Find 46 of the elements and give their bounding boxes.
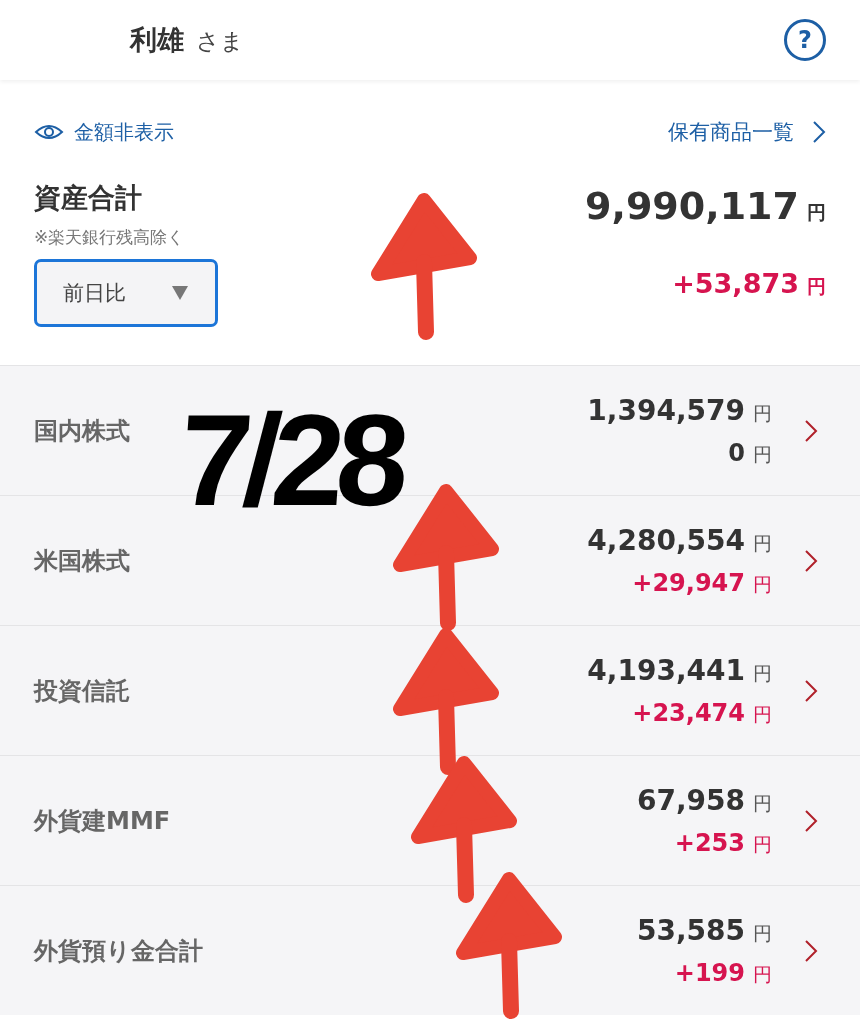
amount-text: 4,193,441 [587,653,745,687]
amount-text: 4,280,554 [587,523,745,557]
total-amount: 9,990,117 [585,184,799,228]
handwritten-date: 7/28 [175,395,406,525]
yen-unit: 円 [753,831,772,857]
note-text: ※楽天銀行残高除く [34,226,186,249]
yen-unit: 円 [753,920,772,946]
yen-unit: 円 [753,701,772,727]
chevron-right-icon [804,678,818,703]
period-dropdown[interactable]: 前日比 [34,259,218,327]
dropdown-caret-icon [171,285,189,301]
help-button[interactable]: ? [784,19,826,61]
honorific: さま [196,27,244,56]
change-amount: 0 [728,438,745,467]
asset-label: 外貨預り金合計 [34,935,204,967]
yen-unit: 円 [753,961,772,987]
amount-text: 67,958 [636,783,745,817]
eye-icon [34,122,64,142]
change-amount: +53,873 [672,268,799,299]
chevron-right-icon [804,548,818,573]
change-amount: +23,474 [632,698,745,727]
amount-text: 53,585 [636,913,745,947]
yen-unit: 円 [753,441,772,467]
yen-unit: 円 [753,790,772,816]
holdings-link[interactable]: 保有商品一覧 [668,118,826,146]
asset-label: 投資信託 [34,675,131,707]
change-amount: +253 [674,828,745,857]
user-name: 利雄 [130,23,184,57]
chevron-right-icon [804,938,818,963]
yen-unit: 円 [753,400,772,426]
asset-label: 米国株式 [34,545,131,577]
yen-unit: 円 [753,660,772,686]
total-assets-title: 資産合計 [34,181,143,215]
yen-unit: 円 [753,530,772,556]
chevron-right-icon [804,808,818,833]
chevron-right-icon [812,120,826,144]
amount-text: 1,394,579 [587,393,745,427]
yen-unit: 円 [807,200,826,225]
chevron-right-icon [804,418,818,443]
yen-unit: 円 [807,274,826,299]
asset-label: 国内株式 [34,415,131,447]
change-amount: +199 [674,958,745,987]
asset-label: 外貨建MMF [34,805,172,837]
change-amount: +29,947 [632,568,745,597]
hide-amounts-link[interactable]: 金額非表示 [34,118,174,146]
yen-unit: 円 [753,571,772,597]
